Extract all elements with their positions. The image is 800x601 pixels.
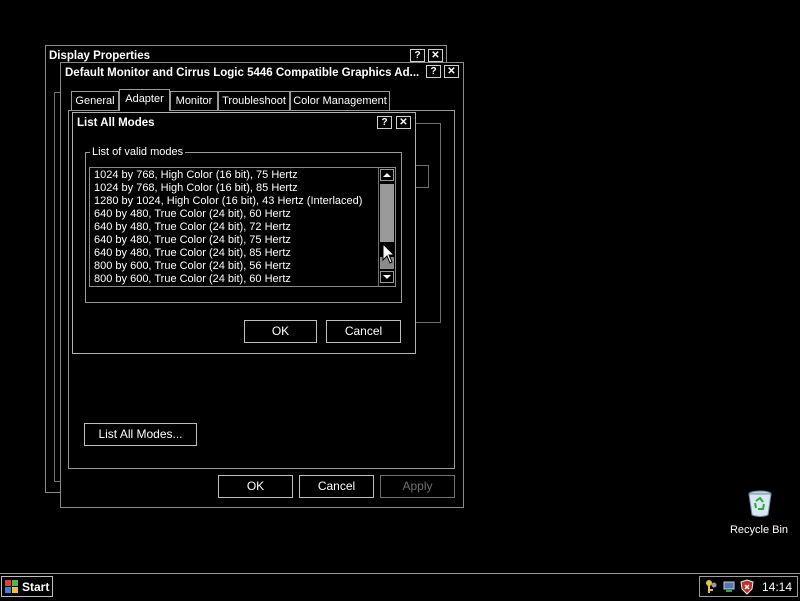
list-item[interactable]: 640 by 480, True Color (24 bit), 75 Hert…: [92, 234, 377, 247]
recycle-bin-icon[interactable]: [745, 488, 775, 521]
display-close-button[interactable]: ✕: [428, 49, 443, 62]
modes-scrollbar[interactable]: [378, 168, 395, 286]
modes-listbox[interactable]: 1024 by 768, High Color (16 bit), 75 Her…: [89, 167, 396, 287]
tab-monitor[interactable]: Monitor: [170, 91, 218, 110]
scroll-up-icon[interactable]: [380, 169, 394, 181]
list-item[interactable]: 1024 by 768, High Color (16 bit), 85 Her…: [92, 182, 377, 195]
list-item[interactable]: 640 by 480, True Color (24 bit), 60 Hert…: [92, 208, 377, 221]
list-all-modes-dialog: List All Modes ? ✕ List of valid modes 1…: [72, 112, 416, 354]
adapter-window-title: Default Monitor and Cirrus Logic 5446 Co…: [65, 67, 420, 79]
tray-network-icon[interactable]: [722, 579, 736, 598]
adapter-help-button[interactable]: ?: [426, 65, 441, 78]
adapter-cancel-button[interactable]: Cancel: [299, 475, 374, 498]
list-item[interactable]: 640 by 480, True Color (24 bit), 85 Hert…: [92, 247, 377, 260]
mouse-cursor-icon: [382, 242, 396, 268]
taskbar: Start 14:14: [0, 573, 800, 601]
modes-cancel-button[interactable]: Cancel: [326, 320, 401, 343]
list-all-modes-button[interactable]: List All Modes...: [84, 423, 197, 446]
tab-color-management[interactable]: Color Management: [290, 91, 390, 110]
recycle-bin-label: Recycle Bin: [729, 524, 789, 536]
display-properties-title: Display Properties: [49, 50, 150, 62]
modes-ok-button[interactable]: OK: [244, 320, 317, 343]
modes-dialog-title: List All Modes: [77, 117, 155, 129]
tab-troubleshoot[interactable]: Troubleshoot: [218, 91, 290, 110]
adapter-info-group: [413, 123, 441, 323]
modes-list: 1024 by 768, High Color (16 bit), 75 Her…: [92, 169, 377, 286]
system-tray: 14:14: [699, 576, 798, 597]
adapter-ok-button[interactable]: OK: [218, 475, 293, 498]
modes-close-button[interactable]: ✕: [396, 116, 411, 129]
adapter-apply-button[interactable]: Apply: [380, 475, 455, 498]
start-label: Start: [22, 580, 50, 594]
modes-help-button[interactable]: ?: [377, 116, 392, 129]
list-item[interactable]: 800 by 600, True Color (24 bit), 60 Hert…: [92, 273, 377, 286]
scroll-down-icon[interactable]: [380, 271, 394, 283]
scroll-thumb[interactable]: [380, 184, 394, 242]
tray-security-shield-icon[interactable]: [740, 579, 754, 598]
windows-logo-icon: [5, 580, 19, 597]
tray-keys-icon[interactable]: [704, 579, 718, 598]
tray-clock[interactable]: 14:14: [762, 580, 792, 594]
start-button[interactable]: Start: [1, 576, 53, 597]
list-item[interactable]: 800 by 600, True Color (24 bit), 56 Hert…: [92, 260, 377, 273]
list-item[interactable]: 1280 by 1024, High Color (16 bit), 43 He…: [92, 195, 377, 208]
tab-general[interactable]: General: [71, 91, 119, 110]
tab-adapter[interactable]: Adapter: [119, 89, 170, 111]
list-item[interactable]: 640 by 480, True Color (24 bit), 72 Hert…: [92, 221, 377, 234]
list-item[interactable]: 1024 by 768, High Color (16 bit), 75 Her…: [92, 169, 377, 182]
adapter-close-button[interactable]: ✕: [444, 65, 459, 78]
display-help-button[interactable]: ?: [410, 49, 425, 62]
valid-modes-group-label: List of valid modes: [90, 146, 186, 158]
